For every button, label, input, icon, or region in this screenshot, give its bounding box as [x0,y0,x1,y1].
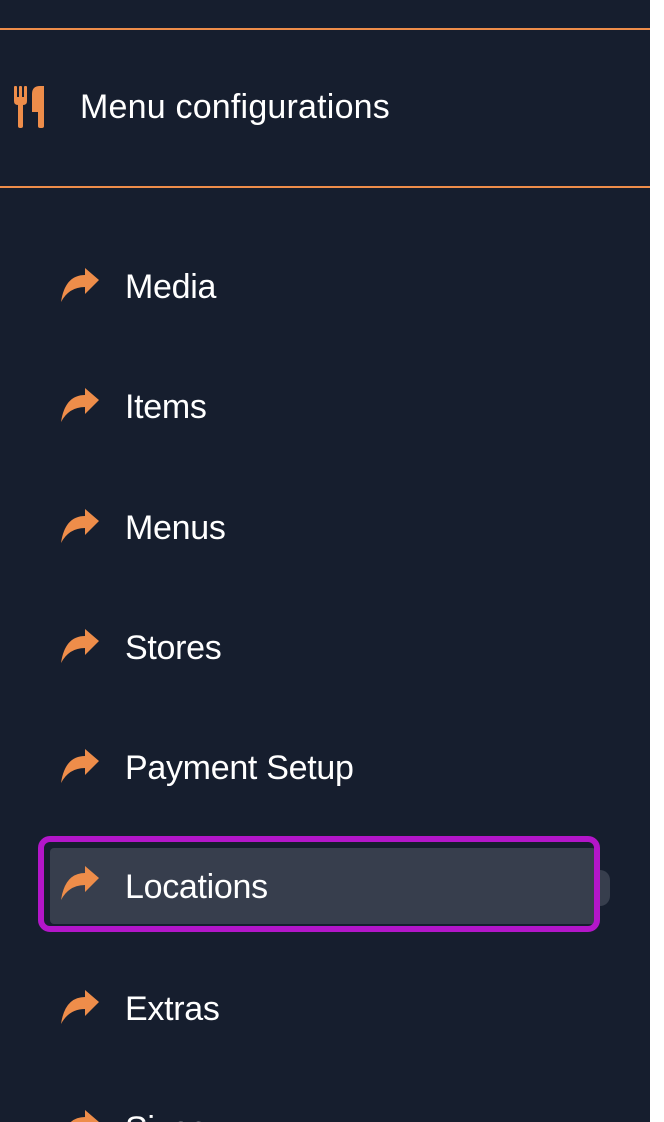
arrow-forward-icon [61,268,99,302]
sidebar-item-menus[interactable]: Menus [50,495,596,571]
arrow-forward-icon [61,866,99,900]
sidebar-item-label: Locations [125,868,268,906]
divider-bottom [0,186,650,188]
sidebar-item-label: Extras [125,990,220,1028]
sidebar-item-label: Media [125,268,217,306]
sidebar-item-payment-setup[interactable]: Payment Setup [50,735,596,811]
sidebar: Menu configurations Media Items Menus St… [0,0,650,1122]
sidebar-item-label: Menus [125,509,226,547]
arrow-forward-icon [61,629,99,663]
sidebar-item-label: Sizes [125,1110,207,1122]
menu-configurations-header[interactable]: Menu configurations [0,30,650,186]
sidebar-item-label: Stores [125,629,222,667]
arrow-forward-icon [61,509,99,543]
sidebar-item-extras[interactable]: Extras [50,976,596,1052]
arrow-forward-icon [61,749,99,783]
scrollbar-nub [600,870,610,906]
arrow-forward-icon [70,1110,99,1122]
sidebar-item-sizes[interactable]: Sizes [50,1096,596,1122]
sidebar-item-media[interactable]: Media [50,254,596,330]
sidebar-item-label: Payment Setup [125,749,354,787]
arrow-forward-icon [61,388,99,422]
arrow-forward-icon [61,990,99,1024]
sidebar-item-label: Items [125,388,207,426]
section-title: Menu configurations [80,88,390,126]
sidebar-item-stores[interactable]: Stores [50,615,596,691]
sidebar-item-locations[interactable]: Locations [50,848,596,924]
fork-knife-icon [14,86,44,128]
sidebar-item-items[interactable]: Items [50,374,596,450]
